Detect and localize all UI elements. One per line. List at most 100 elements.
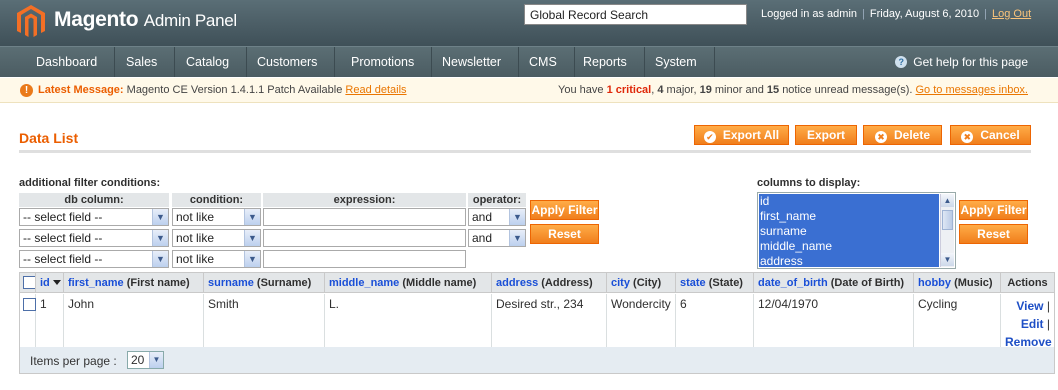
table-row: 1 John Smith L. Desired str., 234 Wonder… — [20, 294, 1054, 349]
db-column-select-1[interactable]: -- select field -- ▼ — [19, 208, 169, 226]
condition-select-2[interactable]: not like ▼ — [172, 229, 261, 247]
scroll-up-icon[interactable]: ▲ — [941, 194, 954, 207]
delete-button[interactable]: ✖ Delete — [863, 125, 942, 145]
th-id[interactable]: id — [36, 273, 64, 293]
th-label: (State) — [708, 277, 743, 289]
th-hobby[interactable]: hobby (Music) — [914, 273, 1001, 293]
export-all-button[interactable]: ✔ Export All — [694, 125, 789, 145]
db-column-value: -- select field -- — [23, 252, 103, 266]
column-option-first-name[interactable]: first_name — [759, 209, 939, 224]
export-all-label: Export All — [722, 128, 780, 142]
help-link[interactable]: ? Get help for this page — [895, 47, 1028, 77]
chevron-down-icon: ▼ — [244, 209, 260, 225]
minor-count: 19 — [699, 84, 712, 96]
scroll-down-icon[interactable]: ▼ — [941, 253, 954, 266]
edit-link[interactable]: Edit | — [1005, 315, 1050, 333]
condition-select-3[interactable]: not like ▼ — [172, 250, 261, 268]
items-per-page-select[interactable]: 20 ▼ — [127, 351, 164, 369]
items-per-page-label: Items per page : — [30, 354, 117, 368]
latest-message: Latest Message: Magento CE Version 1.4.1… — [38, 84, 407, 96]
select-all-checkbox[interactable] — [23, 276, 35, 289]
columns-reset-button[interactable]: Reset — [959, 224, 1028, 244]
cell-hobby: Cycling — [914, 294, 1001, 348]
cell-address: Desired str., 234 — [492, 294, 607, 348]
operator-select-2[interactable]: and ▼ — [468, 229, 526, 247]
operator-value: and — [472, 210, 493, 224]
th-address[interactable]: address (Address) — [492, 273, 607, 293]
db-column-select-2[interactable]: -- select field -- ▼ — [19, 229, 169, 247]
expression-input-1[interactable] — [263, 208, 466, 226]
export-button[interactable]: Export — [795, 125, 857, 145]
chevron-down-icon: ▼ — [152, 209, 168, 225]
columns-multiselect[interactable]: id first_name surname middle_name addres… — [757, 192, 956, 269]
messages-inbox-link[interactable]: Go to messages inbox. — [915, 84, 1028, 96]
th-label: (City) — [633, 277, 662, 289]
nav-promotions[interactable]: Promotions — [334, 47, 433, 77]
edit-label: Edit — [1020, 317, 1044, 331]
column-option-surname[interactable]: surname — [759, 224, 939, 239]
cell-surname: Smith — [204, 294, 325, 348]
title-divider — [19, 150, 1031, 153]
global-search-input[interactable]: Global Record Search — [524, 4, 747, 25]
columns-apply-filter-button[interactable]: Apply Filter — [959, 200, 1028, 220]
th-middle-name[interactable]: middle_name (Middle name) — [325, 273, 492, 293]
filter-section-label: additional filter conditions: — [19, 177, 161, 189]
nav-sales[interactable]: Sales — [109, 47, 176, 77]
critical-count: 1 — [606, 84, 613, 96]
logout-link[interactable]: Log Out — [992, 8, 1031, 20]
notice-count: 15 — [766, 84, 780, 96]
help-icon: ? — [895, 56, 908, 68]
column-option-address[interactable]: address — [759, 254, 939, 268]
th-surname[interactable]: surname (Surname) — [204, 273, 325, 293]
scroll-thumb[interactable] — [942, 210, 953, 230]
column-option-id[interactable]: id — [759, 194, 939, 209]
chevron-down-icon: ▼ — [244, 251, 260, 267]
nav-dashboard[interactable]: Dashboard — [19, 47, 116, 77]
columns-scrollbar[interactable]: ▲ ▼ — [940, 194, 954, 267]
th-date-of-birth[interactable]: date_of_birth (Date of Birth) — [754, 273, 914, 293]
alert-icon: ! — [20, 84, 33, 97]
th-key: hobby — [918, 277, 951, 289]
th-label: (Middle name) — [402, 277, 477, 289]
major-count: 4 — [657, 84, 664, 96]
apply-filter-button[interactable]: Apply Filter — [530, 200, 599, 220]
latest-text: Magento CE Version 1.4.1.1 Patch Availab… — [126, 84, 343, 96]
nav-reports[interactable]: Reports — [566, 47, 645, 77]
condition-value: not like — [176, 210, 215, 224]
expression-input-2[interactable] — [263, 229, 466, 247]
th-key: state — [680, 277, 706, 289]
items-per-page-value: 20 — [131, 353, 145, 367]
th-state[interactable]: state (State) — [676, 273, 754, 293]
summary-prefix: You have — [558, 84, 604, 96]
magento-logo-icon[interactable] — [16, 4, 46, 40]
expression-input-3[interactable] — [263, 250, 466, 268]
date-text: Friday, August 6, 2010 — [869, 8, 980, 20]
reset-filter-button[interactable]: Reset — [530, 224, 599, 244]
notice-label: notice unread message(s). — [782, 84, 913, 96]
cell-id: 1 — [36, 294, 64, 348]
th-key: city — [611, 277, 630, 289]
minor-label: minor and — [714, 84, 764, 96]
read-details-link[interactable]: Read details — [345, 84, 406, 96]
th-label: (Music) — [954, 277, 993, 289]
cancel-button[interactable]: ✖ Cancel — [950, 125, 1031, 145]
column-option-middle-name[interactable]: middle_name — [759, 239, 939, 254]
nav-system[interactable]: System — [638, 47, 715, 77]
th-label: (Date of Birth) — [830, 277, 905, 289]
row-select-cell — [20, 294, 36, 348]
th-key: address — [496, 277, 539, 289]
columns-label: columns to display: — [757, 177, 861, 189]
th-key: middle_name — [329, 277, 400, 289]
view-link[interactable]: View | — [1005, 297, 1050, 315]
nav-customers[interactable]: Customers — [240, 47, 336, 77]
db-column-select-3[interactable]: -- select field -- ▼ — [19, 250, 169, 268]
th-city[interactable]: city (City) — [607, 273, 676, 293]
major-label: major, — [666, 84, 697, 96]
nav-catalog[interactable]: Catalog — [169, 47, 248, 77]
operator-select-1[interactable]: and ▼ — [468, 208, 526, 226]
row-checkbox[interactable] — [23, 298, 36, 311]
nav-newsletter[interactable]: Newsletter — [425, 47, 520, 77]
th-first-name[interactable]: first_name (First name) — [64, 273, 204, 293]
condition-select-1[interactable]: not like ▼ — [172, 208, 261, 226]
th-key: first_name — [68, 277, 124, 289]
